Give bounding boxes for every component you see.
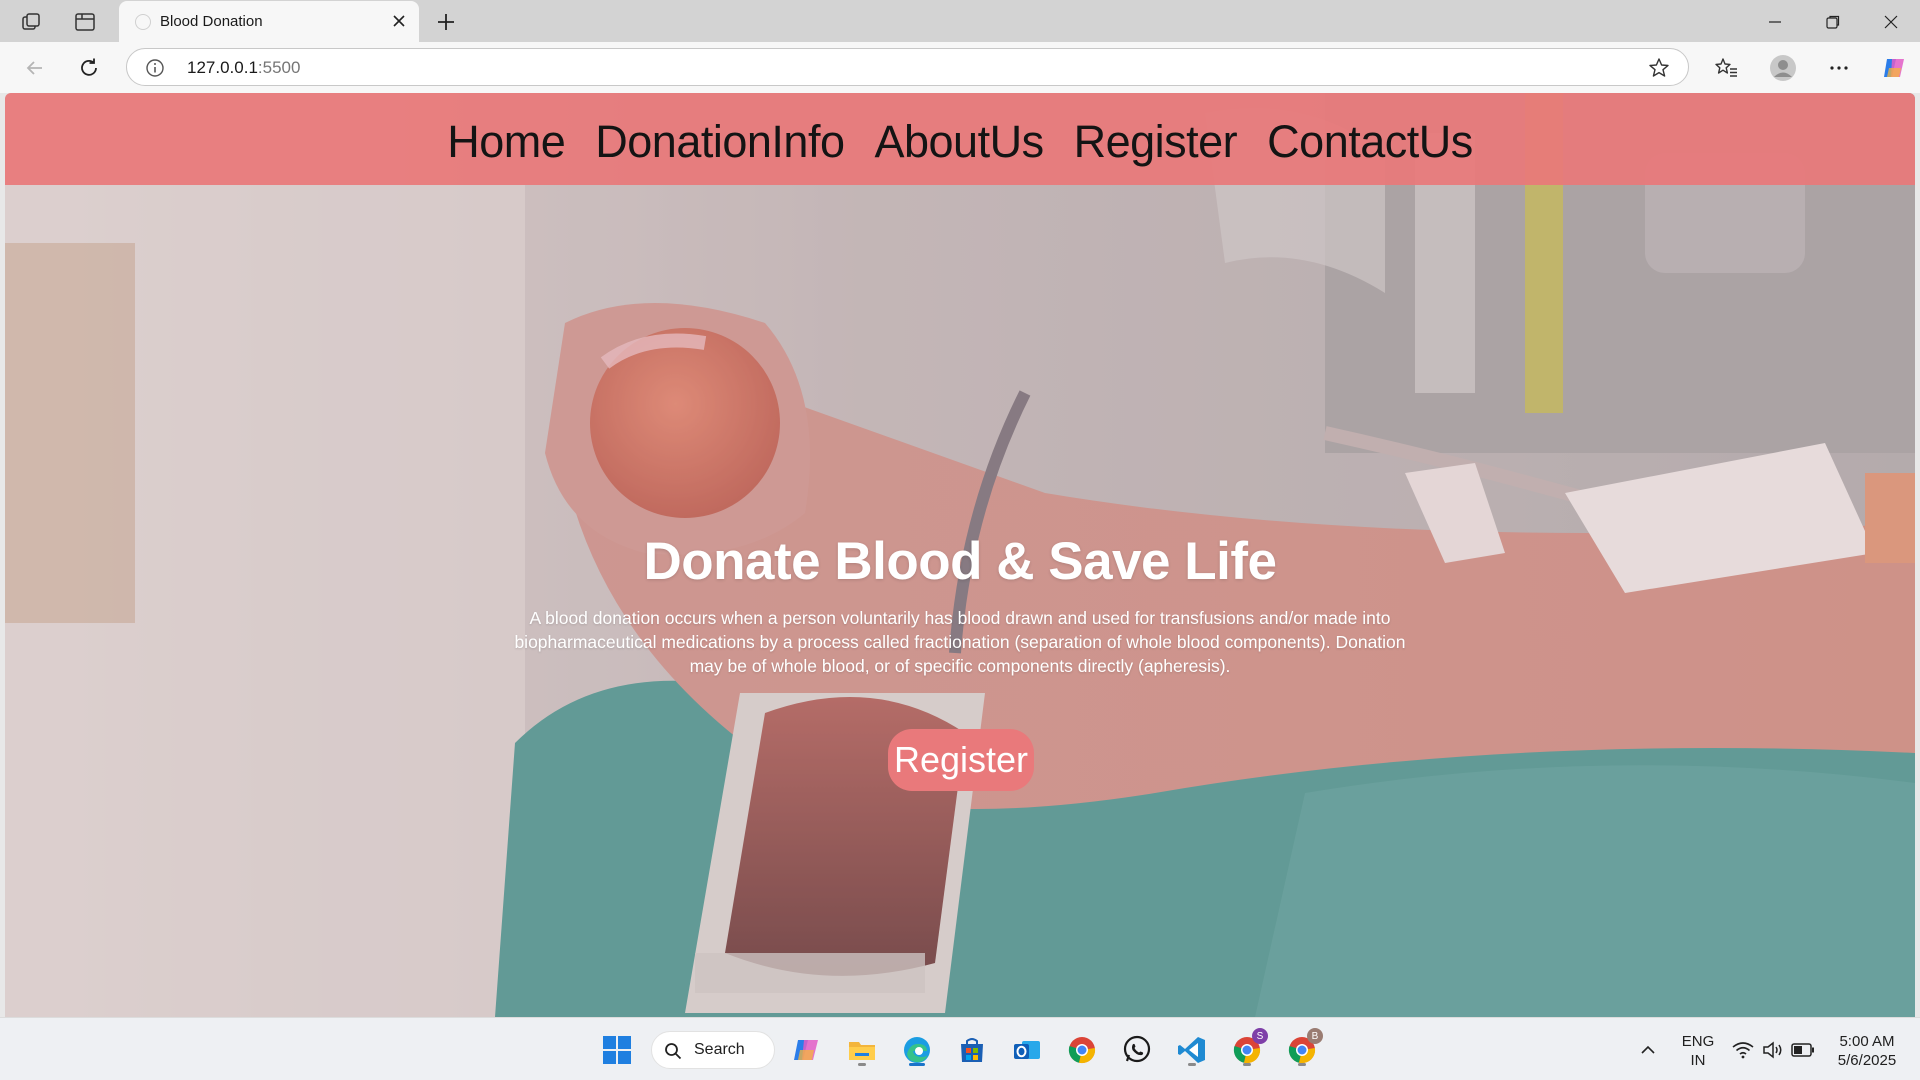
system-clock[interactable]: 5:00 AM 5/6/2025 <box>1828 1032 1906 1070</box>
edge-icon[interactable] <box>898 1031 936 1069</box>
favorites-icon[interactable] <box>1709 51 1743 85</box>
search-icon <box>665 1043 682 1060</box>
running-indicator <box>858 1063 866 1066</box>
running-indicator <box>1243 1063 1251 1066</box>
region-label: IN <box>1690 1052 1706 1069</box>
clock-date: 5/6/2025 <box>1837 1052 1897 1069</box>
language-label: ENG <box>1681 1033 1715 1050</box>
browser-tab-bar: Blood Donation <box>0 0 1920 42</box>
copilot-app-icon[interactable] <box>787 1031 825 1069</box>
register-button[interactable]: Register <box>888 729 1034 791</box>
running-indicator <box>1188 1063 1196 1066</box>
search-label: Search <box>694 1041 745 1058</box>
file-explorer-icon[interactable] <box>843 1031 881 1069</box>
windows-taskbar: Search S B ENG IN 5:00 AM 5/6/2025 <box>0 1017 1920 1080</box>
nav-link-donationinfo[interactable]: DonationInfo <box>595 116 845 168</box>
running-indicator <box>1298 1063 1306 1066</box>
nav-link-register[interactable]: Register <box>1074 116 1238 168</box>
site-navigation: Home DonationInfo AboutUs Register Conta… <box>5 93 1915 185</box>
profile-badge-b: B <box>1307 1028 1323 1044</box>
close-tab-icon[interactable] <box>389 11 409 31</box>
tab-actions-icon[interactable] <box>72 9 98 35</box>
chrome-icon[interactable] <box>1063 1031 1101 1069</box>
clock-time: 5:00 AM <box>1839 1033 1895 1050</box>
page-favicon-icon <box>135 14 151 30</box>
restore-button[interactable] <box>1810 6 1856 38</box>
chrome-profile-s-icon[interactable]: S <box>1228 1028 1268 1069</box>
active-indicator <box>909 1063 925 1066</box>
url-text: 127.0.0.1:5500 <box>187 58 300 78</box>
nav-link-aboutus[interactable]: AboutUs <box>874 116 1044 168</box>
outlook-icon[interactable] <box>1008 1031 1046 1069</box>
more-options-icon[interactable] <box>1822 51 1856 85</box>
chrome-profile-b-icon[interactable]: B <box>1283 1028 1323 1069</box>
address-bar[interactable]: 127.0.0.1:5500 <box>126 48 1689 86</box>
nav-link-home[interactable]: Home <box>447 116 566 168</box>
back-button[interactable] <box>18 51 52 85</box>
copilot-icon[interactable] <box>1877 51 1911 85</box>
tab-blood-donation[interactable]: Blood Donation <box>119 1 419 42</box>
windows-start-icon[interactable] <box>598 1031 636 1069</box>
workspaces-icon[interactable] <box>19 9 45 35</box>
profile-badge-s: S <box>1252 1028 1268 1044</box>
hero-title: Donate Blood & Save Life <box>643 532 1277 591</box>
battery-icon[interactable] <box>1784 1031 1822 1069</box>
input-language-indicator[interactable]: ENG IN <box>1676 1032 1720 1070</box>
tab-title: Blood Donation <box>160 13 263 30</box>
url-host: 127.0.0.1 <box>187 58 258 77</box>
hero-description: A blood donation occurs when a person vo… <box>514 608 1406 676</box>
nav-link-contactus[interactable]: ContactUs <box>1267 116 1473 168</box>
show-hidden-icons-chevron-icon[interactable] <box>1629 1031 1667 1069</box>
site-info-icon[interactable] <box>145 58 165 78</box>
profile-avatar-icon[interactable] <box>1766 51 1800 85</box>
whatsapp-icon[interactable] <box>1118 1031 1156 1069</box>
minimize-button[interactable] <box>1752 6 1798 38</box>
url-port: :5500 <box>257 58 301 77</box>
hero-section: Donate Blood & Save Life A blood donatio… <box>5 531 1915 678</box>
refresh-button[interactable] <box>72 51 106 85</box>
taskbar-search-box[interactable]: Search <box>651 1031 775 1069</box>
page-viewport: Home DonationInfo AboutUs Register Conta… <box>5 93 1915 1017</box>
favorite-star-icon[interactable] <box>1648 57 1670 79</box>
vscode-icon[interactable] <box>1173 1031 1211 1069</box>
close-window-button[interactable] <box>1868 6 1914 38</box>
browser-toolbar: 127.0.0.1:5500 <box>0 42 1920 93</box>
new-tab-button[interactable] <box>432 8 460 36</box>
microsoft-store-icon[interactable] <box>953 1031 991 1069</box>
